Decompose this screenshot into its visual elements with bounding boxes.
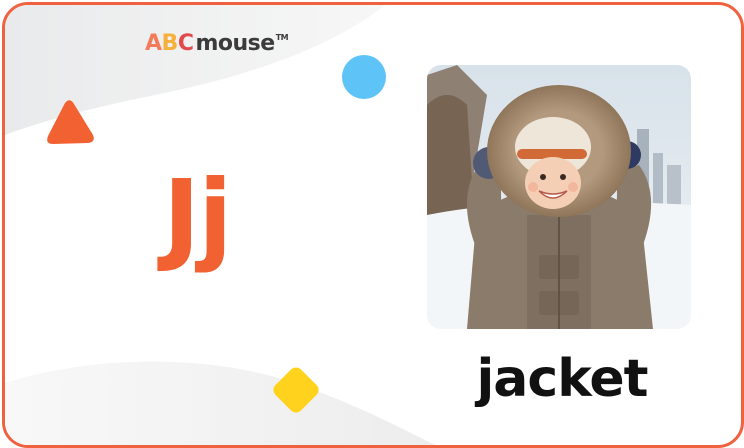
logo-trademark: TM [275, 33, 289, 42]
diamond-decoration-icon [273, 367, 319, 413]
flashcard: ABCmouseTM Jj jacket [2, 2, 744, 448]
logo-letter-b: B [161, 31, 179, 56]
abcmouse-logo: ABCmouseTM [145, 31, 289, 56]
child-jacket-illustration [427, 65, 691, 329]
jacket-photo [427, 65, 691, 329]
vocabulary-word: jacket [476, 349, 648, 409]
logo-letter-a: A [145, 31, 162, 56]
letter-pair: Jj [163, 158, 232, 275]
logo-word: mouse [195, 31, 275, 56]
logo-letter-c: C [177, 31, 194, 56]
circle-decoration-icon [342, 55, 386, 99]
triangle-decoration-icon [47, 100, 94, 144]
